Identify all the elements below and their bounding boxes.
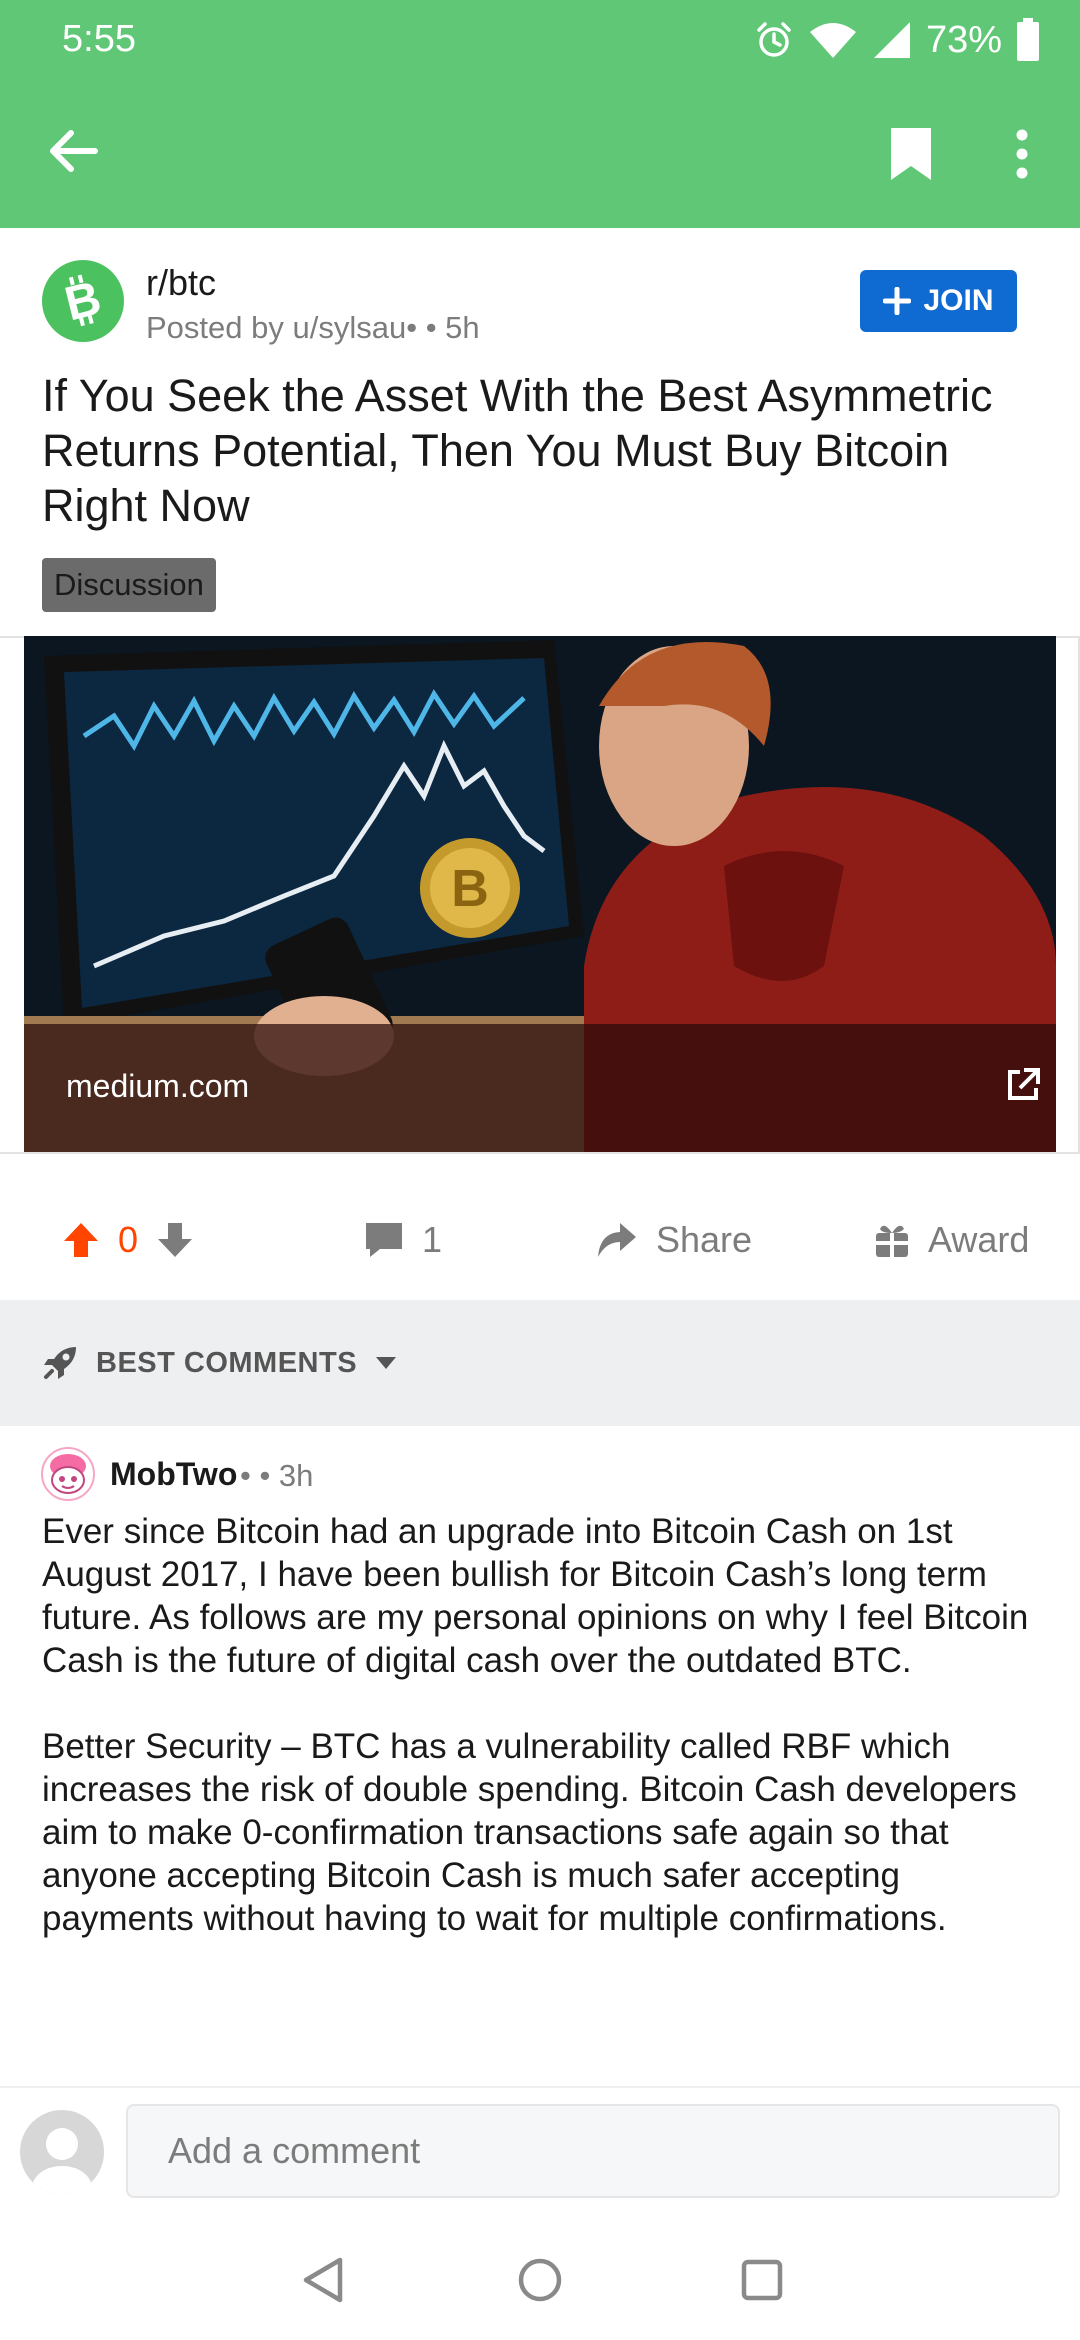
preview-domain[interactable]: medium.com	[66, 1068, 249, 1105]
join-label: JOIN	[923, 284, 994, 317]
comments-button[interactable]: 1	[364, 1190, 442, 1290]
post-meta: Posted by u/sylsau• • 5h	[146, 310, 480, 346]
comment-sort-bar: BEST COMMENTS	[0, 1300, 1080, 1426]
gift-icon	[876, 1225, 908, 1257]
comment-meta: • • 3h	[240, 1458, 314, 1493]
share-button[interactable]: Share	[596, 1190, 752, 1290]
back-button[interactable]	[40, 118, 106, 184]
comment-bubble-icon	[366, 1223, 402, 1257]
battery-icon	[1016, 18, 1040, 62]
signal-icon	[872, 20, 912, 60]
add-comment-input[interactable]	[126, 2104, 1060, 2198]
comment-body: Ever since Bitcoin had an upgrade into B…	[42, 1510, 1052, 1983]
app-bar: 5:55 73%	[0, 0, 1080, 228]
comment-paragraph: Better Security – BTC has a vulnerabilit…	[42, 1727, 1017, 1938]
share-arrow-icon	[598, 1223, 636, 1257]
comment-count: 1	[422, 1219, 443, 1260]
wifi-icon	[808, 20, 858, 60]
bookmark-button[interactable]	[882, 122, 940, 186]
post-flair: Discussion	[42, 558, 216, 612]
share-label: Share	[656, 1219, 753, 1260]
link-preview[interactable]: B medium.com	[24, 636, 1056, 1152]
triangle-back-icon	[303, 2257, 343, 2303]
post-title: If You Seek the Asset With the Best Asym…	[42, 370, 993, 531]
bitcoin-cash-logo-icon: B	[60, 272, 106, 331]
vote-group: 0	[62, 1190, 194, 1290]
rocket-icon	[44, 1347, 76, 1379]
snoo-avatar-icon	[41, 1447, 95, 1501]
posted-by[interactable]: Posted by u/sylsau•	[146, 310, 417, 345]
subreddit-avatar[interactable]: B	[42, 260, 124, 342]
upvote-icon[interactable]	[62, 1221, 100, 1259]
nav-home-button[interactable]	[508, 2248, 572, 2312]
more-options-button[interactable]	[1000, 122, 1044, 186]
vote-count: 0	[118, 1219, 139, 1260]
award-label: Award	[928, 1219, 1030, 1260]
commenter-avatar[interactable]	[40, 1446, 96, 1502]
downvote-icon[interactable]	[156, 1221, 194, 1259]
post-age: • 5h	[425, 310, 480, 345]
user-placeholder-icon	[32, 2128, 92, 2194]
subreddit-name[interactable]: r/btc	[146, 262, 216, 304]
divider	[0, 2086, 1080, 2088]
circle-home-icon	[518, 2258, 562, 2302]
status-icons: 73%	[754, 14, 1040, 66]
status-time: 5:55	[62, 18, 136, 60]
comment-author[interactable]: MobTwo	[110, 1456, 237, 1493]
alarm-icon	[754, 20, 794, 60]
system-nav-bar	[0, 2220, 1080, 2340]
sort-label: BEST COMMENTS	[96, 1346, 358, 1379]
user-avatar[interactable]	[20, 2110, 104, 2194]
flair-label: Discussion	[54, 567, 204, 602]
external-link-icon[interactable]	[1004, 1066, 1042, 1104]
back-arrow-icon	[50, 130, 98, 172]
square-recents-icon	[741, 2259, 783, 2301]
post-actions: 0 1 Share Award	[0, 1190, 1080, 1290]
battery-text: 73%	[925, 18, 1002, 61]
join-button[interactable]: JOIN	[860, 270, 1017, 332]
chevron-down-icon	[376, 1357, 397, 1369]
svg-text:B: B	[451, 860, 489, 918]
bookmark-icon	[891, 128, 931, 180]
comment-paragraph: Ever since Bitcoin had an upgrade into B…	[42, 1512, 1029, 1680]
more-vertical-icon	[1016, 129, 1028, 179]
award-button[interactable]: Award	[874, 1190, 1029, 1290]
nav-back-button[interactable]	[290, 2248, 354, 2312]
nav-recents-button[interactable]	[730, 2248, 794, 2312]
comment-sort-button[interactable]: BEST COMMENTS	[42, 1300, 397, 1426]
plus-icon	[883, 287, 912, 315]
